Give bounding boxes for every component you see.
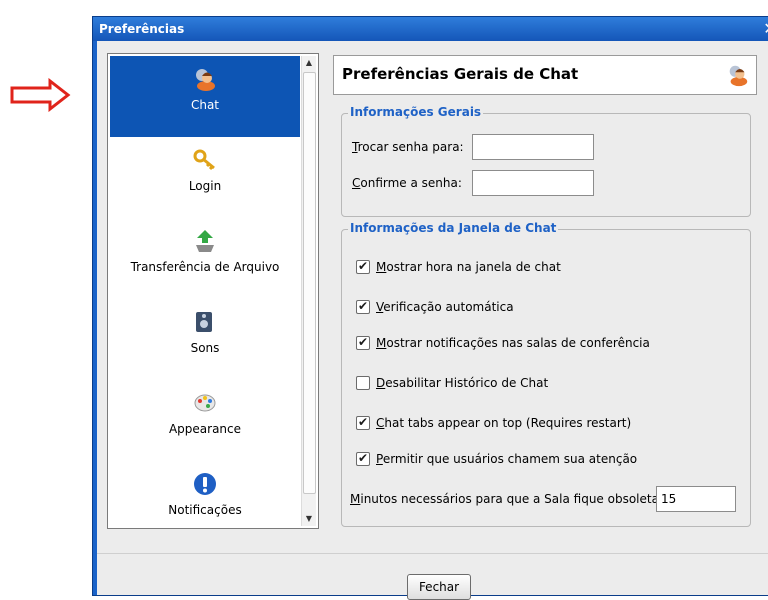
scroll-up-icon[interactable]: ▲ bbox=[302, 56, 316, 70]
check-icon: ✔ bbox=[358, 415, 369, 429]
nav-item-notifications[interactable]: Notificações bbox=[110, 461, 300, 526]
nav-item-label: Transferência de Arquivo bbox=[130, 260, 280, 274]
checkbox[interactable]: ✔ bbox=[356, 451, 370, 466]
key-icon bbox=[193, 149, 215, 171]
group-title: Informações Gerais bbox=[348, 105, 484, 119]
window-client: Chat Login Transferência de Arquivo Sons… bbox=[97, 41, 768, 600]
panel-header: Preferências Gerais de Chat bbox=[333, 55, 757, 95]
checkbox[interactable]: ✔ bbox=[356, 415, 370, 430]
check-icon: ✔ bbox=[358, 451, 369, 465]
option-label: Permitir que usuários chamem sua atenção bbox=[376, 452, 638, 466]
chat-user-icon bbox=[729, 65, 748, 87]
window-title: Preferências bbox=[99, 22, 185, 36]
option-label: Mostrar notificações nas salas de confer… bbox=[376, 336, 650, 350]
check-icon: ✔ bbox=[358, 299, 369, 313]
nav-item-sounds[interactable]: Sons bbox=[110, 299, 300, 380]
nav-list: Chat Login Transferência de Arquivo Sons… bbox=[110, 56, 300, 526]
scroll-thumb[interactable] bbox=[303, 72, 316, 494]
nav-item-label: Login bbox=[188, 179, 222, 193]
window-titlebar[interactable]: Preferências ✕ bbox=[93, 17, 768, 41]
change-password-label: Trocar senha para: bbox=[352, 140, 464, 154]
nav-item-label: Chat bbox=[190, 98, 220, 112]
footer-divider bbox=[97, 553, 768, 554]
option-label: Chat tabs appear on top (Requires restar… bbox=[376, 416, 632, 430]
chat-user-icon bbox=[196, 69, 215, 91]
info-icon bbox=[194, 473, 216, 495]
option-label: Desabilitar Histórico de Chat bbox=[376, 376, 549, 390]
preferences-nav: Chat Login Transferência de Arquivo Sons… bbox=[107, 53, 319, 529]
chat-window-group: Informações da Janela de Chat ✔ Mostrar … bbox=[341, 221, 751, 527]
idle-minutes-label: Minutos necessários para que a Sala fiqu… bbox=[350, 492, 664, 506]
nav-item-label: Notificações bbox=[168, 503, 242, 517]
scroll-down-icon[interactable]: ▼ bbox=[302, 512, 316, 526]
palette-icon bbox=[194, 394, 216, 412]
speaker-icon bbox=[196, 312, 212, 332]
file-transfer-icon bbox=[196, 230, 214, 252]
change-password-field[interactable] bbox=[472, 134, 594, 160]
general-info-group: Informações Gerais Trocar senha para: Co… bbox=[341, 105, 751, 217]
checkbox[interactable]: ✔ bbox=[356, 335, 370, 350]
annotation-arrow-chat bbox=[10, 78, 71, 112]
close-icon[interactable]: ✕ bbox=[759, 17, 768, 41]
nav-item-label: Appearance bbox=[168, 422, 242, 436]
nav-item-chat[interactable]: Chat bbox=[110, 56, 300, 137]
option-label: Mostrar hora na janela de chat bbox=[376, 260, 561, 274]
preferences-window: Preferências ✕ Chat bbox=[92, 16, 768, 600]
checkbox[interactable]: ✔ bbox=[356, 299, 370, 314]
nav-item-label: Sons bbox=[190, 341, 220, 355]
group-title: Informações da Janela de Chat bbox=[348, 221, 559, 235]
option-label: Verificação automática bbox=[376, 300, 514, 314]
check-icon: ✔ bbox=[358, 335, 369, 349]
confirm-password-field[interactable] bbox=[472, 170, 594, 196]
checkbox[interactable] bbox=[356, 376, 370, 390]
idle-minutes-field[interactable] bbox=[656, 486, 736, 512]
nav-item-appearance[interactable]: Appearance bbox=[110, 380, 300, 461]
close-button[interactable]: Fechar bbox=[407, 574, 471, 600]
check-icon: ✔ bbox=[358, 259, 369, 273]
nav-item-login[interactable]: Login bbox=[110, 137, 300, 218]
nav-item-file-transfer[interactable]: Transferência de Arquivo bbox=[110, 218, 300, 299]
panel-title: Preferências Gerais de Chat bbox=[342, 65, 579, 83]
confirm-password-label: Confirme a senha: bbox=[352, 176, 462, 190]
checkbox[interactable]: ✔ bbox=[356, 259, 370, 274]
nav-scrollbar[interactable]: ▲ ▼ bbox=[301, 56, 316, 526]
